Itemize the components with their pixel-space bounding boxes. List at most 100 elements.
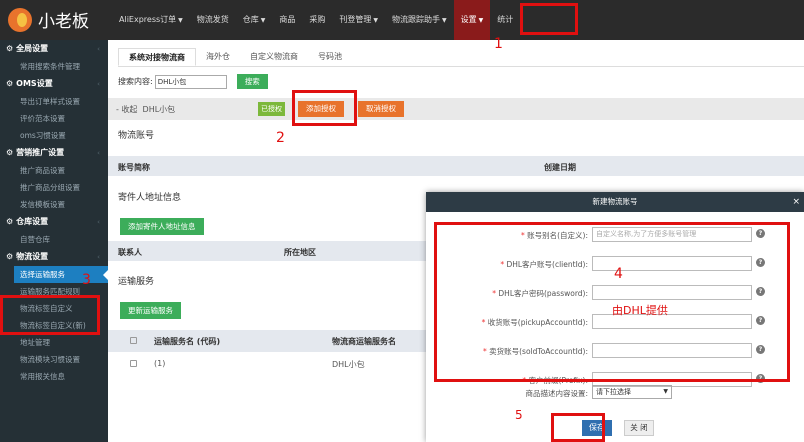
select-all-checkbox[interactable] xyxy=(130,337,137,344)
update-service-button[interactable]: 更新运输服务 xyxy=(120,302,181,319)
settings-sidebar: ⚙ 全局设置 ‹ 常用搜索条件管理 ⚙ OMS设置 ‹ 导出订单样式设置 评价范本设置 oms习惯… xyxy=(0,40,108,442)
col-contact: 联系人 xyxy=(118,248,142,257)
nav-item-label: 仓库 xyxy=(242,15,259,24)
nav-item-label: 物流跟踪助手 xyxy=(392,15,441,24)
annotation-box-settings xyxy=(520,3,578,35)
sidebar-group[interactable]: ⚙ 全局设置 ‹ xyxy=(0,40,108,58)
nav-item-5[interactable]: 刊登管理 ▼ xyxy=(332,0,385,40)
col-service-name: 运输服务名 (代码) xyxy=(154,337,221,346)
main-nav: AliExpress订单 ▼ 物流发货 仓库 ▼ 商品 采购 刊登管理 ▼ 物流跟踪助手 ▼ 设置 ▼ 统… xyxy=(112,0,520,40)
sidebar-item[interactable]: 常用报关信息 xyxy=(0,368,108,385)
chevron-down-icon: ▼ xyxy=(260,17,266,24)
chevron-down-icon: ▼ xyxy=(373,17,379,24)
annotation-step-1: 1 xyxy=(494,36,503,52)
cancel-auth-button[interactable]: 取消授权 xyxy=(358,101,404,117)
provider-service-cell: DHL小包 xyxy=(332,360,365,369)
sidebar-item[interactable]: 地址管理 xyxy=(0,334,108,351)
nav-item-8[interactable]: 统计 xyxy=(490,0,520,40)
dialog-header: 新建物流账号 × xyxy=(426,192,804,212)
nav-item-1[interactable]: 物流发货 xyxy=(190,0,236,40)
annotation-step-5: 5 xyxy=(515,408,523,422)
carrier-collapse-toggle[interactable]: - 收起 DHL小包 xyxy=(116,104,175,115)
row-checkbox[interactable] xyxy=(130,360,137,367)
nav-item-label: 刊登管理 xyxy=(339,15,372,24)
carrier-tabs: 系统对接物流商 海外仓 自定义物流商 号码池 xyxy=(118,48,352,66)
chevron-down-icon: ▼ xyxy=(442,17,447,24)
search-label: 搜索内容: xyxy=(118,77,153,86)
sidebar-item[interactable]: 自营仓库 xyxy=(0,231,108,248)
tab-3[interactable]: 号码池 xyxy=(308,48,352,66)
close-icon[interactable]: × xyxy=(792,192,800,212)
nav-item-7[interactable]: 设置 ▼ xyxy=(453,0,491,40)
app-name: 小老板 xyxy=(38,12,89,32)
desc-setting-label: 商品描述内容设置: xyxy=(525,389,588,398)
col-create-date: 创建日期 xyxy=(544,163,576,172)
close-button[interactable]: 关 闭 xyxy=(624,420,654,436)
search-input[interactable]: DHL小包 xyxy=(154,74,227,89)
sidebar-group[interactable]: ⚙ 营销推广设置 ‹ xyxy=(0,144,108,162)
authorized-badge: 已授权 xyxy=(258,102,285,116)
col-region: 所在地区 xyxy=(284,248,316,257)
tab-1[interactable]: 海外仓 xyxy=(196,48,240,66)
service-section-title: 运输服务 xyxy=(118,277,155,287)
sidebar-group-label: OMS设置 xyxy=(16,79,53,88)
logo-icon xyxy=(8,7,32,32)
chevron-down-icon: ▼ xyxy=(178,17,183,24)
collapse-icon: ‹ xyxy=(97,253,100,261)
desc-setting-select[interactable]: 请下拉选择 ▼ xyxy=(592,385,672,399)
sender-section-title: 寄件人地址信息 xyxy=(118,193,182,203)
sidebar-group[interactable]: ⚙ 物流设置 ‹ xyxy=(0,248,108,266)
annotation-note: 由DHL提供 xyxy=(612,304,668,317)
annotation-box-save xyxy=(551,413,605,442)
sidebar-group[interactable]: ⚙ OMS设置 ‹ xyxy=(0,75,108,93)
sidebar-group-label: 仓库设置 xyxy=(16,217,49,226)
nav-item-2[interactable]: 仓库 ▼ xyxy=(236,0,273,40)
collapse-icon: ‹ xyxy=(97,80,100,88)
app-logo[interactable]: 小老板 xyxy=(8,7,89,32)
annotation-box-sidebar xyxy=(0,295,100,335)
nav-item-label: 采购 xyxy=(309,15,326,24)
add-sender-button[interactable]: 添加寄件人地址信息 xyxy=(120,218,204,235)
sidebar-group-label: 物流设置 xyxy=(16,252,49,261)
sidebar-item[interactable]: 物流模块习惯设置 xyxy=(0,351,108,368)
carrier-header: - 收起 DHL小包 已授权 添加授权 取消授权 xyxy=(108,98,804,120)
annotation-step-3: 3 xyxy=(82,272,91,288)
top-navbar: 小老板 AliExpress订单 ▼ 物流发货 仓库 ▼ 商品 采购 刊登管理 ▼ 物流跟踪助手 ▼… xyxy=(0,0,804,40)
nav-item-4[interactable]: 采购 xyxy=(302,0,332,40)
nav-item-0[interactable]: AliExpress订单 ▼ xyxy=(112,0,190,40)
sidebar-group-label: 营销推广设置 xyxy=(16,148,65,157)
sidebar-group[interactable]: ⚙ 仓库设置 ‹ xyxy=(0,213,108,231)
sidebar-item[interactable]: 选择运输服务 xyxy=(14,266,108,283)
gear-icon: ⚙ xyxy=(6,217,14,226)
nav-item-label: 物流发货 xyxy=(196,15,229,24)
sidebar-group-label: 全局设置 xyxy=(16,44,49,53)
gear-icon: ⚙ xyxy=(6,79,14,88)
dialog-title: 新建物流账号 xyxy=(592,197,638,206)
search-row: 搜索内容: DHL小包 搜索 xyxy=(118,74,268,89)
nav-item-label: 设置 xyxy=(460,15,477,24)
nav-item-label: 商品 xyxy=(279,15,296,24)
chevron-down-icon: ▼ xyxy=(663,388,668,395)
search-button[interactable]: 搜索 xyxy=(236,74,268,89)
account-section-title: 物流账号 xyxy=(118,131,155,141)
sidebar-item[interactable]: 推广商品分组设置 xyxy=(0,179,108,196)
sidebar-item[interactable]: 评价范本设置 xyxy=(0,110,108,127)
account-table-header: 账号简称 创建日期 xyxy=(108,156,804,176)
sidebar-item[interactable]: 推广商品设置 xyxy=(0,162,108,179)
chevron-down-icon: ▼ xyxy=(478,17,484,24)
tab-2[interactable]: 自定义物流商 xyxy=(240,48,308,66)
annotation-step-4: 4 xyxy=(614,266,623,282)
nav-item-3[interactable]: 商品 xyxy=(272,0,302,40)
nav-item-6[interactable]: 物流跟踪助手 ▼ xyxy=(385,0,454,40)
gear-icon: ⚙ xyxy=(6,148,14,157)
tab-0[interactable]: 系统对接物流商 xyxy=(118,48,196,66)
sidebar-item[interactable]: 常用搜索条件管理 xyxy=(0,58,108,75)
gear-icon: ⚙ xyxy=(6,44,14,53)
annotation-box-add-auth xyxy=(292,90,357,126)
gear-icon: ⚙ xyxy=(6,252,14,261)
sidebar-item[interactable]: 发信模板设置 xyxy=(0,196,108,213)
nav-item-label: AliExpress订单 xyxy=(119,15,177,24)
sidebar-item[interactable]: oms习惯设置 xyxy=(0,127,108,144)
collapse-icon: ‹ xyxy=(97,149,100,157)
sidebar-item[interactable]: 导出订单样式设置 xyxy=(0,93,108,110)
